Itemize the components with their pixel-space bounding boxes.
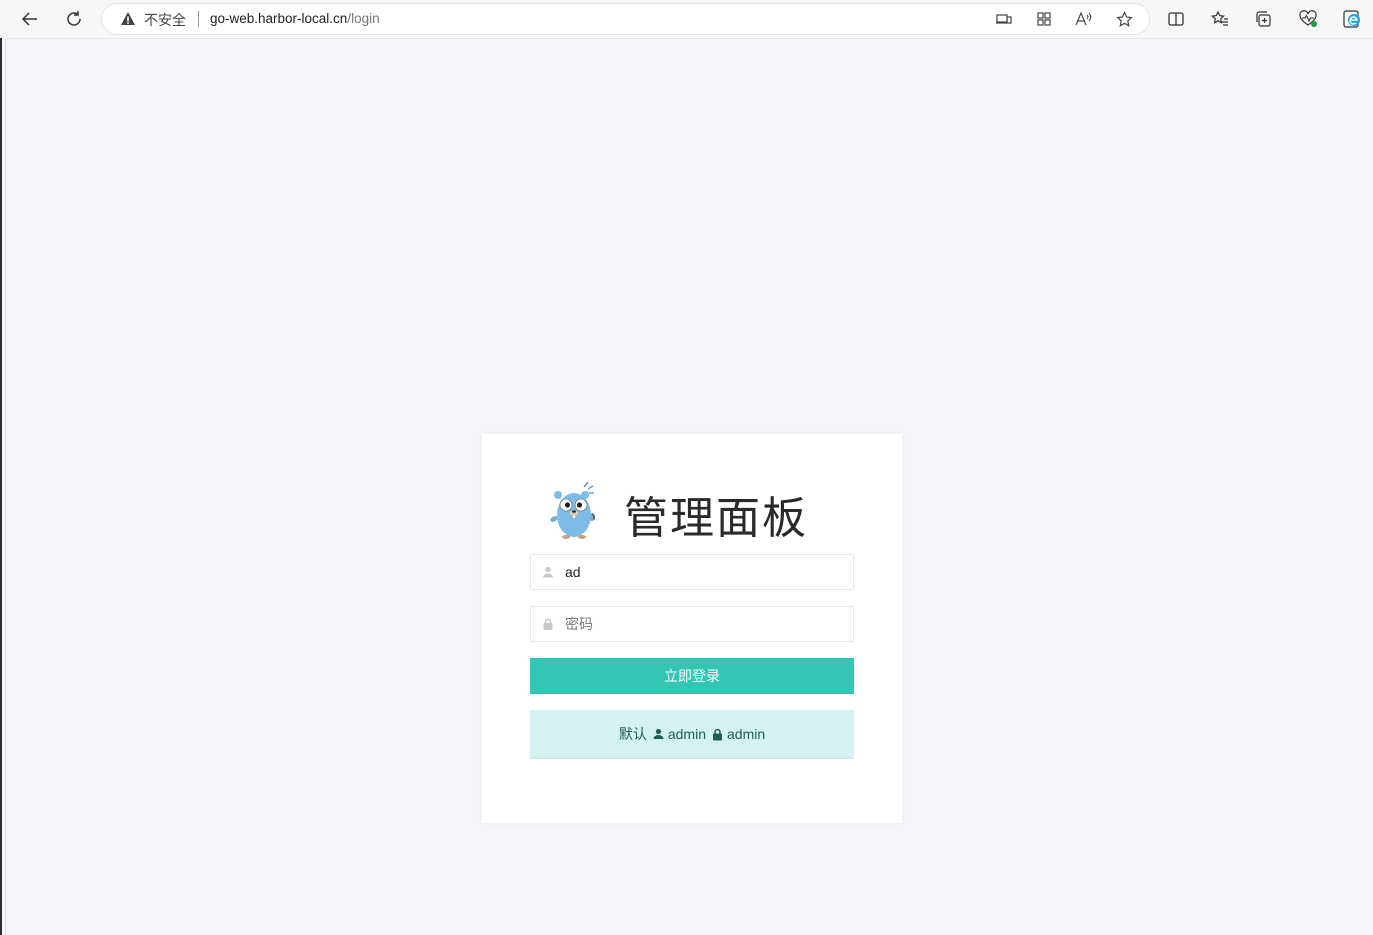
hint-username: admin (667, 726, 706, 742)
back-icon[interactable] (18, 7, 42, 31)
password-input[interactable] (565, 607, 845, 641)
window-edge (0, 0, 2, 935)
reload-icon[interactable] (62, 7, 86, 31)
url-host: go-web.harbor-local.cn (210, 11, 348, 26)
user-icon (543, 566, 553, 578)
device-icon[interactable] (992, 7, 1016, 31)
insecure-label[interactable]: 不安全 (144, 10, 186, 30)
password-field[interactable] (530, 606, 854, 642)
username-input[interactable] (565, 555, 845, 589)
default-credentials-hint: 默认 admin admin (530, 710, 854, 759)
browser-toolbar: 不安全 go-web.harbor-local.cn/login (0, 0, 1373, 38)
warning-icon[interactable] (120, 11, 136, 27)
split-screen-icon[interactable] (1164, 7, 1188, 31)
address-bar[interactable]: 不安全 go-web.harbor-local.cn/login (102, 4, 1149, 34)
lock-icon (543, 618, 553, 630)
hint-prefix: 默认 (618, 727, 647, 743)
login-card: 管理面板 立即登录 默认 admin admin (482, 434, 902, 823)
username-field[interactable] (530, 554, 854, 590)
hint-password: admin (727, 726, 766, 742)
apps-icon[interactable] (1032, 7, 1056, 31)
brand (548, 480, 600, 542)
url-path: /login (347, 11, 380, 26)
user-icon (653, 728, 664, 739)
gopher-logo-icon (550, 481, 595, 539)
favorite-star-icon[interactable] (1112, 7, 1136, 31)
edge-sidebar-icon[interactable] (1340, 7, 1364, 31)
lock-icon (713, 728, 722, 740)
read-aloud-icon[interactable] (1072, 7, 1096, 31)
performance-icon[interactable] (1296, 7, 1320, 31)
favorites-icon[interactable] (1208, 7, 1232, 31)
collections-icon[interactable] (1252, 7, 1276, 31)
login-button[interactable]: 立即登录 (530, 658, 854, 694)
page-title: 管理面板 (624, 493, 808, 544)
address-separator (198, 11, 199, 27)
url-text[interactable]: go-web.harbor-local.cn/login (210, 11, 380, 26)
